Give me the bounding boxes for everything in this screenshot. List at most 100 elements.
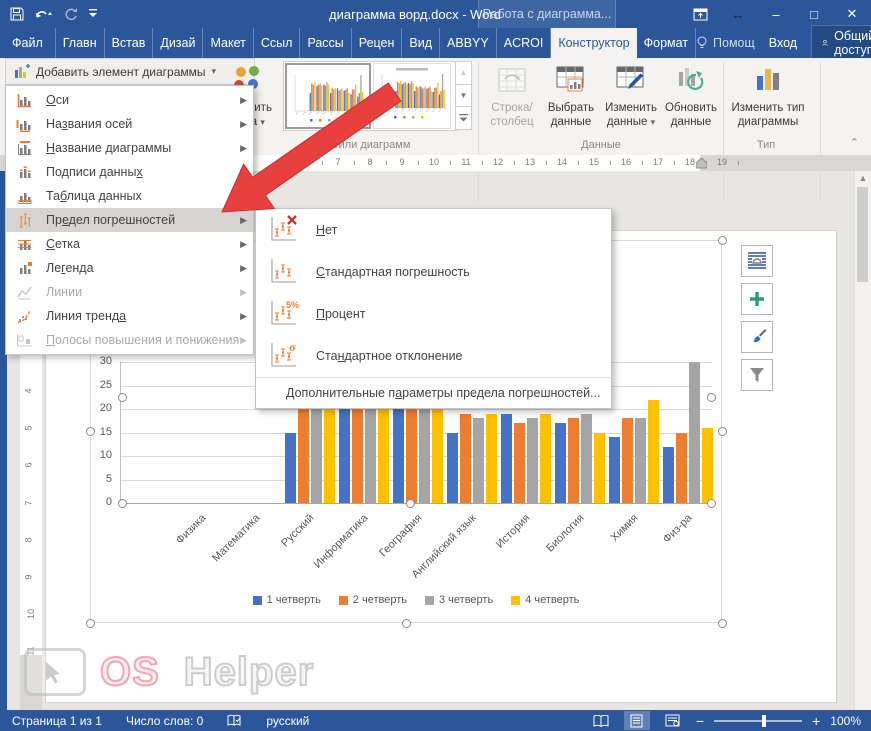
gallery-scroll-up-button[interactable]: ▲ (455, 61, 472, 85)
ruler-number: 6 (303, 157, 308, 167)
edit-data-button[interactable]: Изменить данные ▾ (601, 62, 661, 129)
ribbon-display-options-button[interactable] (681, 0, 719, 28)
redo-button[interactable] (64, 7, 78, 21)
menu-item-5[interactable]: Таблица данных (6, 184, 253, 208)
submenu-item-2[interactable]: Стандартная погрешность (256, 251, 611, 293)
select-data-label-2: данные (551, 115, 591, 129)
row-column-button[interactable]: Строка/ столбец (484, 62, 540, 129)
submenu-arrow-icon: ▶ (240, 215, 247, 226)
tab-вид[interactable]: Вид (402, 28, 440, 58)
menu-item-6[interactable]: Предел погрешностей▶ (6, 208, 253, 232)
scrollbar-thumb[interactable] (857, 187, 868, 282)
ruler-number: 10 (26, 609, 36, 619)
chart-styles-gallery[interactable] (283, 61, 457, 131)
more-error-bars-options[interactable]: Дополнительные параметры предела погрешн… (256, 377, 611, 408)
tab-рассы[interactable]: Рассы (300, 28, 351, 58)
minimize-button[interactable]: – (757, 0, 795, 28)
proofing-status[interactable] (215, 714, 254, 727)
menu-item-11[interactable]: Полосы повышения и понижения▶ (6, 328, 253, 352)
tab-рецен[interactable]: Рецен (352, 28, 403, 58)
menu-item-10[interactable]: Линия тренда▶ (6, 304, 253, 328)
submenu-arrow-icon: ▶ (240, 143, 247, 154)
vertical-scrollbar[interactable]: ▲ (854, 171, 871, 710)
close-button[interactable]: ✕ (833, 0, 871, 28)
submenu-item-1[interactable]: Нет (256, 209, 611, 251)
share-button[interactable]: Общий доступ (811, 25, 871, 61)
collapse-ribbon-button[interactable]: ⌃ (850, 136, 859, 149)
refresh-data-label-1: Обновить (665, 101, 717, 115)
select-data-icon (555, 62, 587, 98)
statusbar-right: − + 100% (588, 711, 871, 730)
zoom-in-button[interactable]: + (812, 713, 820, 729)
menu-item-label: Легенда (46, 261, 240, 275)
tab-abbyy[interactable]: ABBYY (440, 28, 497, 58)
ruler-tick (578, 161, 579, 165)
submenu-arrow-icon: ▶ (240, 263, 247, 274)
help-button[interactable]: Помощ (696, 36, 755, 50)
submenu-arrow-icon: ▶ (240, 119, 247, 130)
right-indent-marker[interactable] (696, 158, 707, 169)
chart-styles-button[interactable] (741, 321, 773, 353)
language-indicator[interactable]: русский (254, 714, 321, 728)
page-indicator[interactable]: Страница 1 из 1 (0, 714, 114, 728)
chart-filters-button[interactable] (741, 359, 773, 391)
chart-style-thumbnail-2[interactable] (373, 63, 451, 129)
web-layout-button[interactable] (660, 711, 686, 730)
menu-item-1[interactable]: Оси▶ (6, 88, 253, 112)
share-label: Общий доступ (834, 29, 871, 57)
layout-options-button[interactable] (741, 245, 773, 277)
menu-item-label: Названия осей (46, 117, 240, 131)
ruler-number: 11 (461, 157, 470, 167)
maximize-button[interactable]: □ (795, 0, 833, 28)
tab-acroi[interactable]: ACROI (497, 28, 552, 58)
title-bar: диаграмма ворд.docx - Word Работа с диаг… (0, 0, 871, 28)
tab-макет[interactable]: Макет (203, 28, 253, 58)
menu-item-icon (16, 188, 36, 204)
word-count[interactable]: Число слов: 0 (114, 714, 215, 728)
refresh-data-button[interactable]: Обновить данные (662, 62, 720, 129)
tab-файл[interactable]: Файл (0, 28, 56, 58)
svg-text:5%: 5% (286, 300, 299, 310)
menu-item-label: Таблица данных (46, 189, 247, 203)
menu-item-3[interactable]: Название диаграммы▶ (6, 136, 253, 160)
tab-главн[interactable]: Главн (56, 28, 105, 58)
menu-item-label: Название диаграммы (46, 141, 240, 155)
save-icon[interactable] (10, 7, 24, 21)
submenu-item-3[interactable]: 5%Процент (256, 293, 611, 335)
print-layout-button[interactable] (624, 711, 650, 730)
ruler-number: 10 (429, 157, 439, 167)
chart-elements-button[interactable] (741, 283, 773, 315)
menu-item-8[interactable]: Легенда▶ (6, 256, 253, 280)
gallery-scroll-down-button[interactable]: ▼ (455, 84, 472, 108)
menu-item-9[interactable]: Линии▶ (6, 280, 253, 304)
read-mode-button[interactable] (588, 711, 614, 730)
menu-item-icon (16, 332, 36, 348)
change-chart-type-button[interactable]: Изменить тип диаграммы (726, 62, 810, 129)
undo-button[interactable] (34, 7, 54, 21)
tab-дизай[interactable]: Дизай (153, 28, 203, 58)
menu-item-4[interactable]: Подписи данных▶ (6, 160, 253, 184)
person-icon (822, 37, 828, 49)
gallery-more-button[interactable] (455, 106, 472, 130)
ruler-number: 9 (399, 157, 404, 167)
tab-конструктор[interactable]: Конструктор (551, 28, 636, 58)
add-chart-element-label: Добавить элемент диаграммы (36, 65, 206, 79)
sign-in-button[interactable]: Вход (769, 36, 797, 50)
zoom-slider-thumb[interactable] (762, 715, 766, 727)
zoom-slider[interactable] (714, 720, 802, 722)
select-data-button[interactable]: Выбрать данные (542, 62, 600, 129)
tab-ссыл[interactable]: Ссыл (254, 28, 301, 58)
tab-формат[interactable]: Формат (637, 28, 696, 58)
menu-item-2[interactable]: Названия осей▶ (6, 112, 253, 136)
zoom-level[interactable]: 100% (830, 714, 861, 728)
chart-style-thumbnail-1[interactable] (285, 63, 371, 129)
customize-qat-button[interactable] (88, 8, 98, 20)
row-column-label-1: Строка/ (491, 101, 532, 115)
menu-item-7[interactable]: Сетка▶ (6, 232, 253, 256)
zoom-out-button[interactable]: − (696, 713, 704, 729)
submenu-item-4[interactable]: σСтандартное отклонение (256, 335, 611, 377)
ribbon-separator (723, 62, 724, 202)
paintbrush-icon (747, 327, 767, 347)
tab-встав[interactable]: Встав (105, 28, 154, 58)
scroll-up-icon[interactable]: ▲ (855, 173, 871, 183)
